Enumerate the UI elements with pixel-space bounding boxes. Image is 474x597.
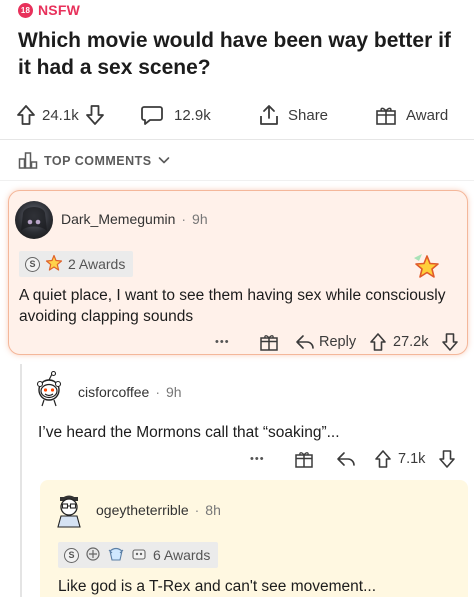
comment-meta: ogeytheterrible · 8h (96, 502, 221, 518)
comment-body: Like god is a T-Rex and can't see moveme… (58, 578, 377, 595)
comment-action-bar: ••• Reply 27.2k (9, 331, 465, 353)
reply-icon[interactable] (336, 450, 356, 468)
reply-label: Reply (319, 334, 357, 350)
awards-pill[interactable]: S 6 Awards (58, 542, 219, 568)
comment-highlighted: Dark_Memegumin · 9h S 2 Awards A quiet p… (8, 190, 468, 355)
comment-action-bar: ••• 7.1k (0, 448, 474, 470)
wholesome-award-icon (45, 254, 63, 275)
username[interactable]: cisforcoffee (78, 384, 149, 400)
separator-dot: · (181, 211, 187, 227)
timestamp: 8h (205, 502, 221, 518)
award-button[interactable]: Award (374, 98, 448, 132)
nsfw-tag: 18 NSFW (18, 2, 80, 18)
divider (0, 139, 474, 140)
awards-pill[interactable]: S 2 Awards (19, 251, 134, 277)
upvote-icon[interactable] (16, 104, 36, 126)
awards-count: 6 Awards (153, 547, 211, 563)
downvote-icon[interactable] (441, 332, 459, 352)
upvote-count: 24.1k (42, 106, 79, 124)
thread-line[interactable] (20, 364, 22, 597)
comment-score: 7.1k (398, 451, 426, 467)
nsfw-18-badge: 18 (18, 2, 33, 18)
comment-meta: Dark_Memegumin · 9h (61, 211, 208, 227)
avatar[interactable] (50, 490, 88, 533)
upvote-icon[interactable] (369, 332, 387, 352)
sort-podium-icon (18, 148, 38, 173)
avatar[interactable] (30, 370, 68, 413)
gift-icon[interactable] (294, 449, 314, 469)
award-star-icon (411, 251, 441, 286)
username[interactable]: ogeytheterrible (96, 502, 189, 518)
chevron-down-icon (158, 154, 170, 168)
separator-dot: · (155, 384, 161, 400)
comment-body: I’ve heard the Mormons call that “soakin… (38, 424, 340, 441)
silver-coin-icon: S (64, 547, 79, 563)
timestamp: 9h (166, 384, 182, 400)
comment-meta: cisforcoffee · 9h (78, 384, 182, 400)
nsfw-label: NSFW (38, 2, 81, 18)
award-icon (130, 545, 148, 566)
comment-nested: ogeytheterrible · 8h S 6 Awards Like god… (40, 480, 468, 597)
timestamp: 9h (192, 211, 208, 227)
sort-selector[interactable]: TOP COMMENTS (18, 148, 170, 173)
more-options-button[interactable]: ••• (250, 453, 265, 465)
comment-score: 27.2k (393, 334, 429, 350)
comments-count: 12.9k (174, 106, 211, 124)
share-button[interactable]: Share (258, 98, 328, 132)
separator-dot: · (194, 502, 200, 518)
username[interactable]: Dark_Memegumin (61, 211, 175, 227)
award-label: Award (406, 106, 449, 124)
award-icon (84, 545, 102, 566)
awards-count: 2 Awards (68, 256, 126, 272)
share-label: Share (288, 106, 329, 124)
upvote-icon[interactable] (374, 449, 392, 469)
share-icon (258, 103, 280, 127)
gift-icon[interactable] (259, 332, 279, 352)
gift-icon (374, 104, 398, 126)
vote-group: 24.1k (16, 98, 105, 132)
post-title: Which movie would have been way better i… (18, 29, 451, 79)
divider (0, 180, 474, 181)
post-action-bar: 24.1k 12.9k Share Award (0, 98, 474, 132)
sort-label: TOP COMMENTS (44, 153, 152, 168)
downvote-icon[interactable] (85, 104, 105, 126)
silver-coin-icon: S (25, 256, 40, 272)
avatar[interactable] (15, 201, 53, 239)
reply-button[interactable]: Reply (295, 333, 356, 351)
award-icon (107, 545, 125, 566)
comment-body: A quiet place, I want to see them having… (19, 287, 446, 325)
downvote-icon[interactable] (438, 449, 456, 469)
comment-bubble-icon (140, 104, 164, 126)
comments-button[interactable]: 12.9k (140, 98, 211, 132)
more-options-button[interactable]: ••• (215, 336, 230, 348)
